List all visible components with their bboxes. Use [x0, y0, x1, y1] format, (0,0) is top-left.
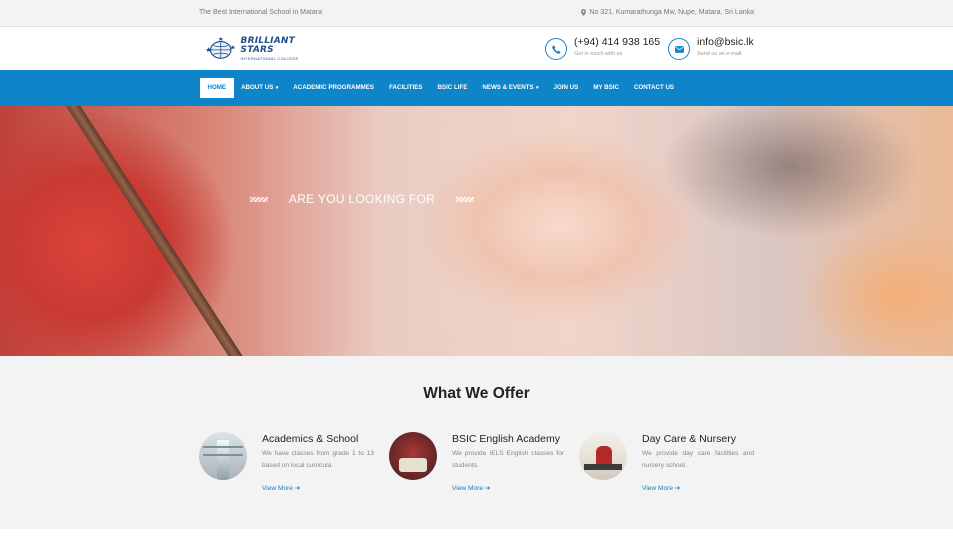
logo[interactable]: BRILLIANT STARS INTERNATIONAL COLLEGE	[205, 35, 325, 63]
email-subtext: Send us an e-mail	[697, 51, 742, 57]
nav-item-bsic-life[interactable]: BSIC Life	[430, 78, 475, 98]
arrow-right-icon: ➔	[294, 485, 301, 492]
phone-number[interactable]: (+94) 414 938 165	[574, 36, 660, 48]
view-more-label: View More	[642, 485, 674, 492]
hero-overlay	[0, 106, 953, 356]
offer-section: What We Offer Academics & School We have…	[0, 356, 953, 529]
card-title: Academics & School	[262, 433, 359, 445]
envelope-icon	[674, 45, 684, 53]
nav-label: News & Events	[482, 84, 534, 91]
offer-heading-bold: Offer	[492, 385, 530, 402]
nav-label: Facilities	[389, 84, 423, 91]
phone-icon	[551, 44, 561, 54]
nav-item-home[interactable]: Home	[200, 78, 234, 98]
caret-down-icon: ▾	[274, 85, 279, 91]
address-text: No 321, Kumarathunga Mw, Nupe, Matara, S…	[589, 9, 754, 16]
footer-strip	[0, 529, 953, 540]
nav-item-about-us[interactable]: About Us ▾	[234, 78, 286, 98]
email-text: info@bsic.lk Send us an e-mail	[697, 36, 754, 57]
card-description: We provide day care facilities and nurse…	[642, 450, 754, 469]
top-bar: The Best International School in Matara …	[0, 0, 953, 27]
arrow-right-icon: ➔	[674, 485, 681, 492]
phone-contact[interactable]: (+94) 414 938 165 Get in touch with us	[545, 36, 660, 60]
globe-logo-icon	[205, 36, 236, 59]
email-contact[interactable]: info@bsic.lk Send us an e-mail	[668, 36, 754, 60]
offer-card-english-academy: BSIC English Academy We provide IELS Eng…	[389, 432, 579, 502]
arrow-right-icon: ➔	[484, 485, 491, 492]
nav-item-facilities[interactable]: Facilities	[382, 78, 430, 98]
nav-label: Home	[207, 84, 227, 91]
hero-title-text: ARE YOU LOOKING FOR	[288, 192, 436, 206]
nav-label: About Us	[241, 84, 274, 91]
view-more-link[interactable]: View More ➔	[642, 484, 680, 492]
hero-heading: ARE YOU LOOKING FOR	[250, 192, 474, 206]
offer-heading-light: What We	[423, 385, 493, 402]
map-pin-icon	[581, 9, 587, 16]
nav-label: My BSIC	[593, 84, 619, 91]
email-address[interactable]: info@bsic.lk	[697, 36, 754, 48]
english-academy-image[interactable]	[389, 432, 437, 480]
header: BRILLIANT STARS INTERNATIONAL COLLEGE (+…	[0, 27, 953, 70]
offer-heading: What We Offer	[0, 385, 953, 403]
card-title: BSIC English Academy	[452, 433, 560, 445]
address: No 321, Kumarathunga Mw, Nupe, Matara, S…	[581, 9, 754, 16]
nav-item-academic-programmes[interactable]: Academic Programmes	[286, 78, 382, 98]
caret-down-icon: ▾	[534, 85, 539, 91]
view-more-link[interactable]: View More ➔	[262, 484, 300, 492]
envelope-icon-wrap	[668, 38, 690, 60]
hero-dash-left	[250, 196, 268, 202]
phone-text: (+94) 414 938 165 Get in touch with us	[574, 36, 660, 57]
nav-label: Contact Us	[633, 84, 675, 91]
view-more-label: View More	[262, 485, 294, 492]
logo-subtitle: INTERNATIONAL COLLEGE	[240, 56, 299, 61]
tagline: The Best International School in Matara	[199, 9, 322, 16]
nav-label: Academic Programmes	[293, 84, 375, 91]
nav-item-contact-us[interactable]: Contact Us	[626, 78, 681, 98]
view-more-link[interactable]: View More ➔	[452, 484, 490, 492]
day-care-image[interactable]	[579, 432, 627, 480]
nav-item-news-events[interactable]: News & Events ▾	[475, 78, 546, 98]
offer-card-academics: Academics & School We have classes from …	[199, 432, 389, 502]
nav-label: Join Us	[553, 84, 579, 91]
logo-title: BRILLIANT STARS	[240, 36, 295, 55]
offer-card-day-care: Day Care & Nursery We provide day care f…	[579, 432, 769, 502]
phone-icon-wrap	[545, 38, 567, 60]
nav-list: Home About Us ▾ Academic Programmes Faci…	[200, 78, 682, 98]
phone-subtext: Get in touch with us	[574, 51, 623, 57]
view-more-label: View More	[452, 485, 484, 492]
academics-image[interactable]	[199, 432, 247, 480]
card-title: Day Care & Nursery	[642, 433, 736, 445]
main-nav: Home About Us ▾ Academic Programmes Faci…	[0, 70, 953, 106]
nav-item-my-bsic[interactable]: My BSIC	[586, 78, 627, 98]
hero-dash-right	[456, 196, 474, 202]
card-description: We provide IELS English classes for stud…	[452, 450, 564, 469]
hero-banner: ARE YOU LOOKING FOR	[0, 106, 953, 356]
logo-text: BRILLIANT STARS INTERNATIONAL COLLEGE	[241, 37, 325, 61]
card-description: We have classes from grade 1 to 13 based…	[262, 450, 374, 469]
nav-label: BSIC Life	[437, 84, 468, 91]
nav-item-join-us[interactable]: Join Us	[546, 78, 586, 98]
